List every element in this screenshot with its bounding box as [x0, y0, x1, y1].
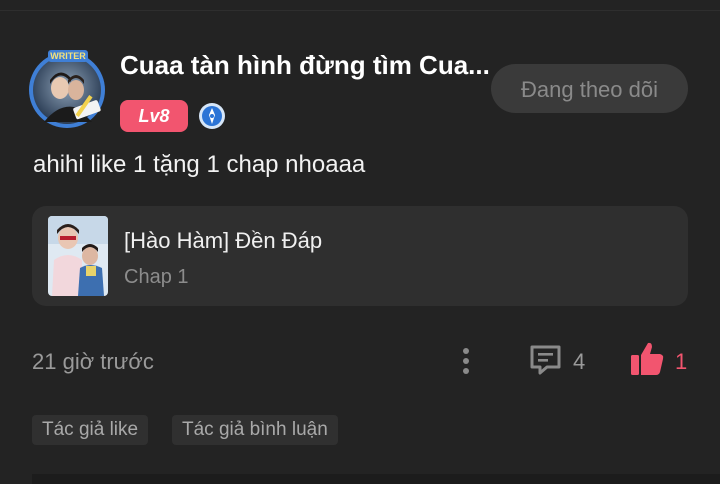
author-like-tag: Tác giả like [32, 415, 149, 445]
verified-icon [198, 102, 226, 130]
top-divider [0, 0, 720, 11]
reply-count: 4 [573, 349, 586, 374]
writer-badge: WRITER [48, 50, 88, 62]
timestamp: 21 giờ trước [32, 349, 154, 374]
follow-button[interactable]: Đang theo dõi [491, 64, 688, 113]
author-comment-tag: Tác giả bình luận [172, 415, 338, 445]
comment-text: ahihi like 1 tặng 1 chap nhoaaa [33, 151, 366, 178]
more-vertical-icon[interactable] [454, 343, 478, 379]
chapter-card[interactable]: [Hào Hàm] Đền Đáp Chap 1 [32, 206, 688, 306]
level-badge: Lv8 [120, 100, 188, 132]
username[interactable]: Cuaa tàn hình đừng tìm Cua... [120, 48, 490, 82]
comment-icon[interactable] [528, 342, 564, 378]
thumbs-up-icon[interactable] [629, 340, 665, 378]
chapter-thumbnail [48, 216, 108, 296]
bottom-divider [32, 474, 720, 484]
chapter-title: [Hào Hàm] Đền Đáp [124, 228, 323, 253]
chapter-number: Chap 1 [124, 266, 189, 288]
like-count: 1 [675, 349, 688, 374]
